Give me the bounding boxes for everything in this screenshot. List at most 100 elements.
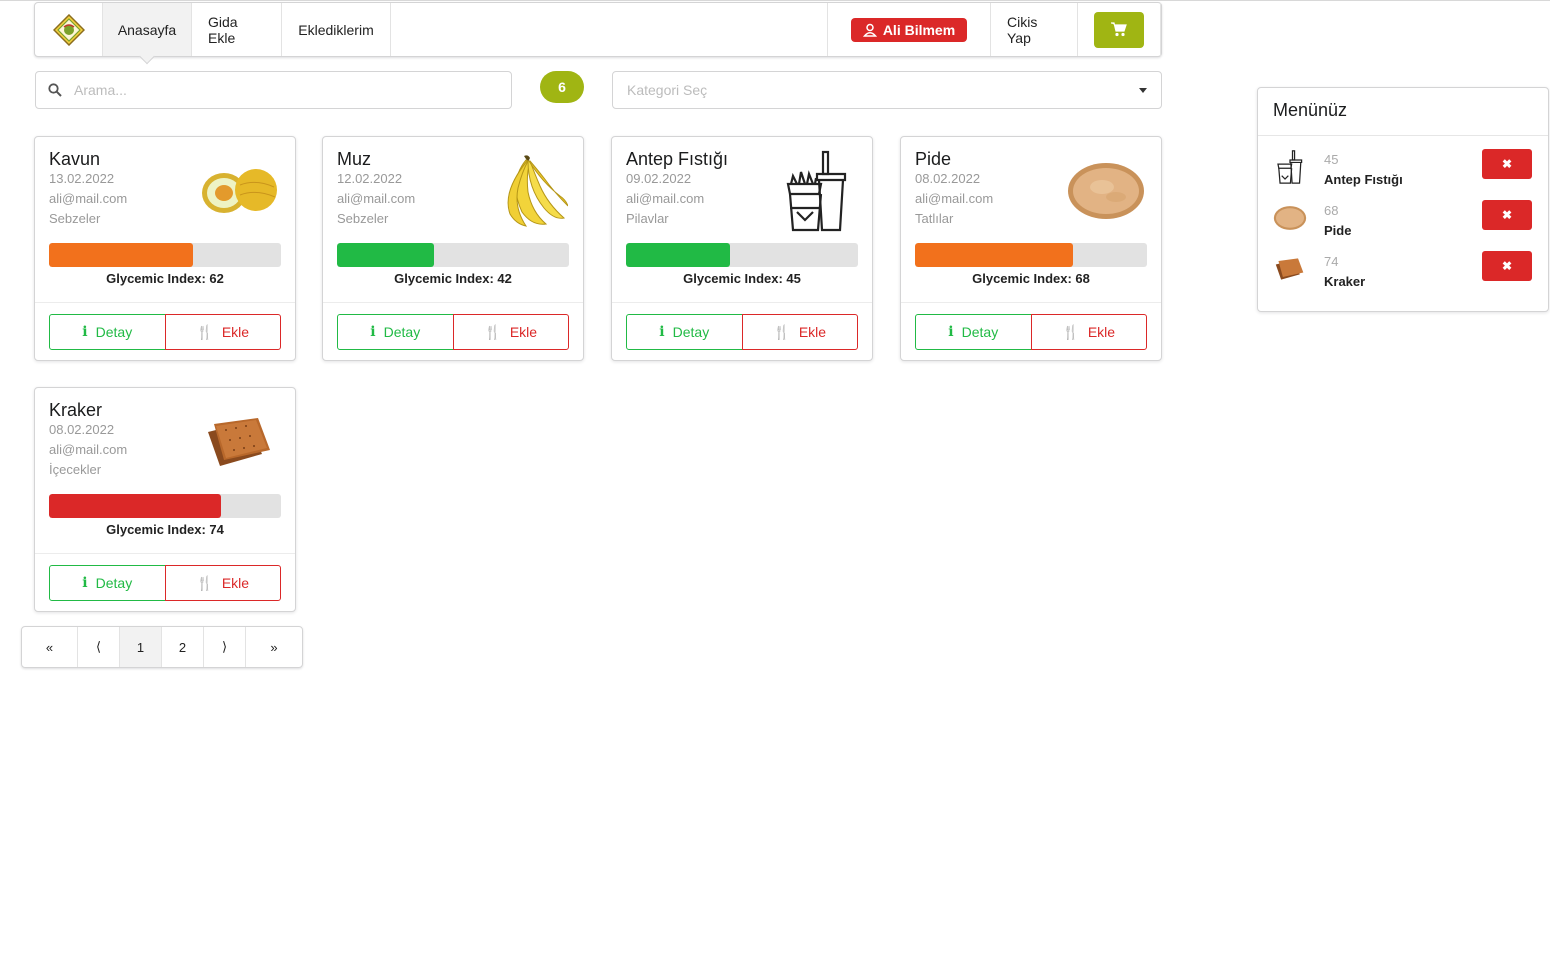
bread-image: [1065, 151, 1147, 231]
bread-image: [1272, 200, 1308, 236]
detail-label: Detay: [961, 324, 999, 340]
menu-item-name: Pide: [1324, 223, 1352, 238]
remove-button[interactable]: ✖: [1482, 149, 1532, 179]
menu-spacer: [391, 3, 827, 56]
detail-label: Detay: [383, 324, 421, 340]
cart-icon: [1111, 22, 1127, 37]
utensils-icon: 🍴: [484, 323, 502, 340]
card-body: Pide 08.02.2022 ali@mail.com Tatlılar Gl…: [901, 137, 1161, 303]
detail-button[interactable]: i Detay: [626, 314, 743, 350]
add-button[interactable]: 🍴 Ekle: [164, 314, 281, 350]
cart-button[interactable]: [1094, 11, 1144, 48]
remove-button[interactable]: ✖: [1482, 251, 1532, 281]
food-card: Muz 12.02.2022 ali@mail.com Sebzeler Gly…: [322, 136, 584, 361]
nav-my-added[interactable]: Eklediklerim: [282, 3, 391, 56]
add-button[interactable]: 🍴 Ekle: [741, 314, 858, 350]
page-2[interactable]: 2: [162, 627, 204, 667]
info-icon: i: [82, 575, 88, 591]
add-label: Ekle: [221, 324, 250, 340]
glycemic-progress: [626, 243, 858, 267]
card-body: Kraker 08.02.2022 ali@mail.com İçecekler…: [35, 388, 295, 554]
fastfood-icon: [1272, 149, 1308, 185]
add-label: Ekle: [1087, 324, 1116, 340]
food-card: Pide 08.02.2022 ali@mail.com Tatlılar Gl…: [900, 136, 1162, 361]
add-button[interactable]: 🍴 Ekle: [1030, 314, 1147, 350]
add-button[interactable]: 🍴 Ekle: [452, 314, 569, 350]
cracker-image: [1272, 251, 1308, 287]
glycemic-bar: [626, 243, 731, 267]
menu-item: 68 Pide ✖: [1258, 187, 1548, 238]
food-card: Antep Fıstığı 09.02.2022 ali@mail.com Pi…: [611, 136, 873, 361]
banana-image: [487, 151, 569, 231]
page-last[interactable]: »: [246, 627, 302, 667]
search-icon: [36, 83, 74, 97]
glycemic-label: Glycemic Index: 74: [106, 522, 224, 537]
search-input[interactable]: [74, 82, 494, 98]
utensils-icon: 🍴: [196, 323, 214, 340]
card-body: Kavun 13.02.2022 ali@mail.com Sebzeler G…: [35, 137, 295, 303]
add-label: Ekle: [221, 575, 250, 591]
nav-logout[interactable]: Cikis Yap: [990, 3, 1077, 56]
info-icon: i: [659, 324, 665, 340]
utensils-icon: 🍴: [773, 323, 791, 340]
add-button[interactable]: 🍴 Ekle: [164, 565, 281, 601]
menu-item: 74 Kraker ✖: [1258, 238, 1548, 289]
page-first[interactable]: «: [22, 627, 78, 667]
card-actions: i Detay 🍴 Ekle: [49, 314, 281, 350]
logo[interactable]: [35, 3, 103, 56]
nav-add-food[interactable]: Gida Ekle: [192, 3, 282, 56]
glycemic-bar: [337, 243, 435, 267]
food-card: Kraker 08.02.2022 ali@mail.com İçecekler…: [34, 387, 296, 612]
dropdown-caret-icon: [1139, 87, 1147, 93]
card-actions: i Detay 🍴 Ekle: [626, 314, 858, 350]
info-icon: i: [82, 324, 88, 340]
add-label: Ekle: [509, 324, 538, 340]
glycemic-progress: [49, 243, 281, 267]
nav-user[interactable]: Ali Bilmem: [827, 3, 990, 56]
detail-button[interactable]: i Detay: [49, 565, 166, 601]
detail-button[interactable]: i Detay: [915, 314, 1032, 350]
top-menu: Anasayfa Gida Ekle Eklediklerim Ali Bilm…: [34, 2, 1162, 57]
page-1[interactable]: 1: [120, 627, 162, 667]
remove-button[interactable]: ✖: [1482, 200, 1532, 230]
glycemic-bar: [49, 243, 193, 267]
menu-item-name: Antep Fıstığı: [1324, 172, 1403, 187]
glycemic-bar: [915, 243, 1073, 267]
card-actions: i Detay 🍴 Ekle: [915, 314, 1147, 350]
info-icon: i: [370, 324, 376, 340]
nav-home[interactable]: Anasayfa: [103, 3, 192, 56]
menu-item-gi: 74: [1324, 254, 1339, 269]
detail-label: Detay: [95, 324, 133, 340]
card-body: Antep Fıstığı 09.02.2022 ali@mail.com Pi…: [612, 137, 872, 303]
category-dropdown[interactable]: Kategori Seç: [612, 71, 1162, 109]
user-badge[interactable]: Ali Bilmem: [850, 17, 968, 42]
cracker-image: [199, 402, 281, 482]
menu-panel: Menünüz 45 Antep Fıstığı ✖ 68 Pide ✖ 74 …: [1257, 87, 1549, 312]
search-box: [35, 71, 512, 109]
glycemic-progress: [915, 243, 1147, 267]
card-body: Muz 12.02.2022 ali@mail.com Sebzeler Gly…: [323, 137, 583, 303]
utensils-icon: 🍴: [1062, 323, 1080, 340]
page-prev[interactable]: ⟨: [78, 627, 120, 667]
glycemic-label: Glycemic Index: 68: [972, 271, 1090, 286]
info-icon: i: [948, 324, 954, 340]
category-placeholder: Kategori Seç: [627, 82, 708, 98]
glycemic-progress: [337, 243, 569, 267]
glycemic-bar: [49, 494, 221, 518]
menu-panel-title: Menünüz: [1258, 88, 1548, 136]
page-next[interactable]: ⟩: [204, 627, 246, 667]
detail-button[interactable]: i Detay: [337, 314, 454, 350]
menu-item-gi: 45: [1324, 152, 1339, 167]
menu-item-name: Kraker: [1324, 274, 1366, 289]
nav-cart[interactable]: [1077, 3, 1161, 56]
count-badge: 6: [540, 71, 584, 103]
menu-item: 45 Antep Fıstığı ✖: [1258, 136, 1548, 187]
menu-item-gi: 68: [1324, 203, 1339, 218]
detail-label: Detay: [672, 324, 710, 340]
glycemic-label: Glycemic Index: 62: [106, 271, 224, 286]
card-actions: i Detay 🍴 Ekle: [49, 565, 281, 601]
logo-icon: [52, 13, 85, 46]
detail-button[interactable]: i Detay: [49, 314, 166, 350]
glycemic-progress: [49, 494, 281, 518]
glycemic-label: Glycemic Index: 42: [394, 271, 512, 286]
